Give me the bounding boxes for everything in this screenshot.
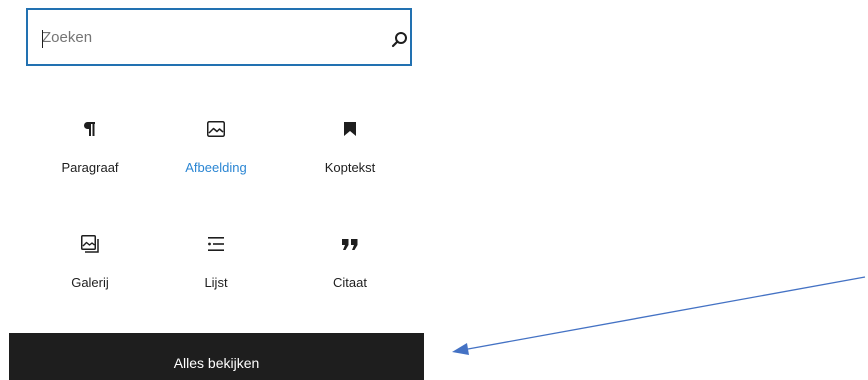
block-quote[interactable]: Citaat <box>290 228 410 308</box>
list-icon <box>206 234 226 254</box>
search-icon[interactable] <box>390 30 410 50</box>
block-paragraph[interactable]: Paragraaf <box>30 113 150 193</box>
block-list[interactable]: Lijst <box>156 228 276 308</box>
paragraph-icon <box>80 119 100 139</box>
block-image[interactable]: Afbeelding <box>156 113 276 193</box>
image-icon <box>206 119 226 139</box>
block-label: Galerij <box>71 275 109 290</box>
block-label: Paragraaf <box>61 160 119 175</box>
text-caret <box>42 30 43 48</box>
browse-all-label: Alles bekijken <box>173 355 260 371</box>
browse-all-button[interactable]: Alles bekijken <box>9 333 424 380</box>
bookmark-icon <box>340 119 360 139</box>
block-label: Lijst <box>204 275 228 290</box>
block-search-field[interactable] <box>26 8 412 66</box>
block-label: Citaat <box>333 275 367 290</box>
annotation-arrow <box>452 276 866 355</box>
block-label: Afbeelding <box>185 160 247 175</box>
search-input[interactable] <box>42 10 362 64</box>
block-gallery[interactable]: Galerij <box>30 228 150 308</box>
quote-icon <box>340 234 360 254</box>
gallery-icon <box>80 234 100 254</box>
block-label: Koptekst <box>324 160 376 175</box>
block-heading[interactable]: Koptekst <box>290 113 410 193</box>
